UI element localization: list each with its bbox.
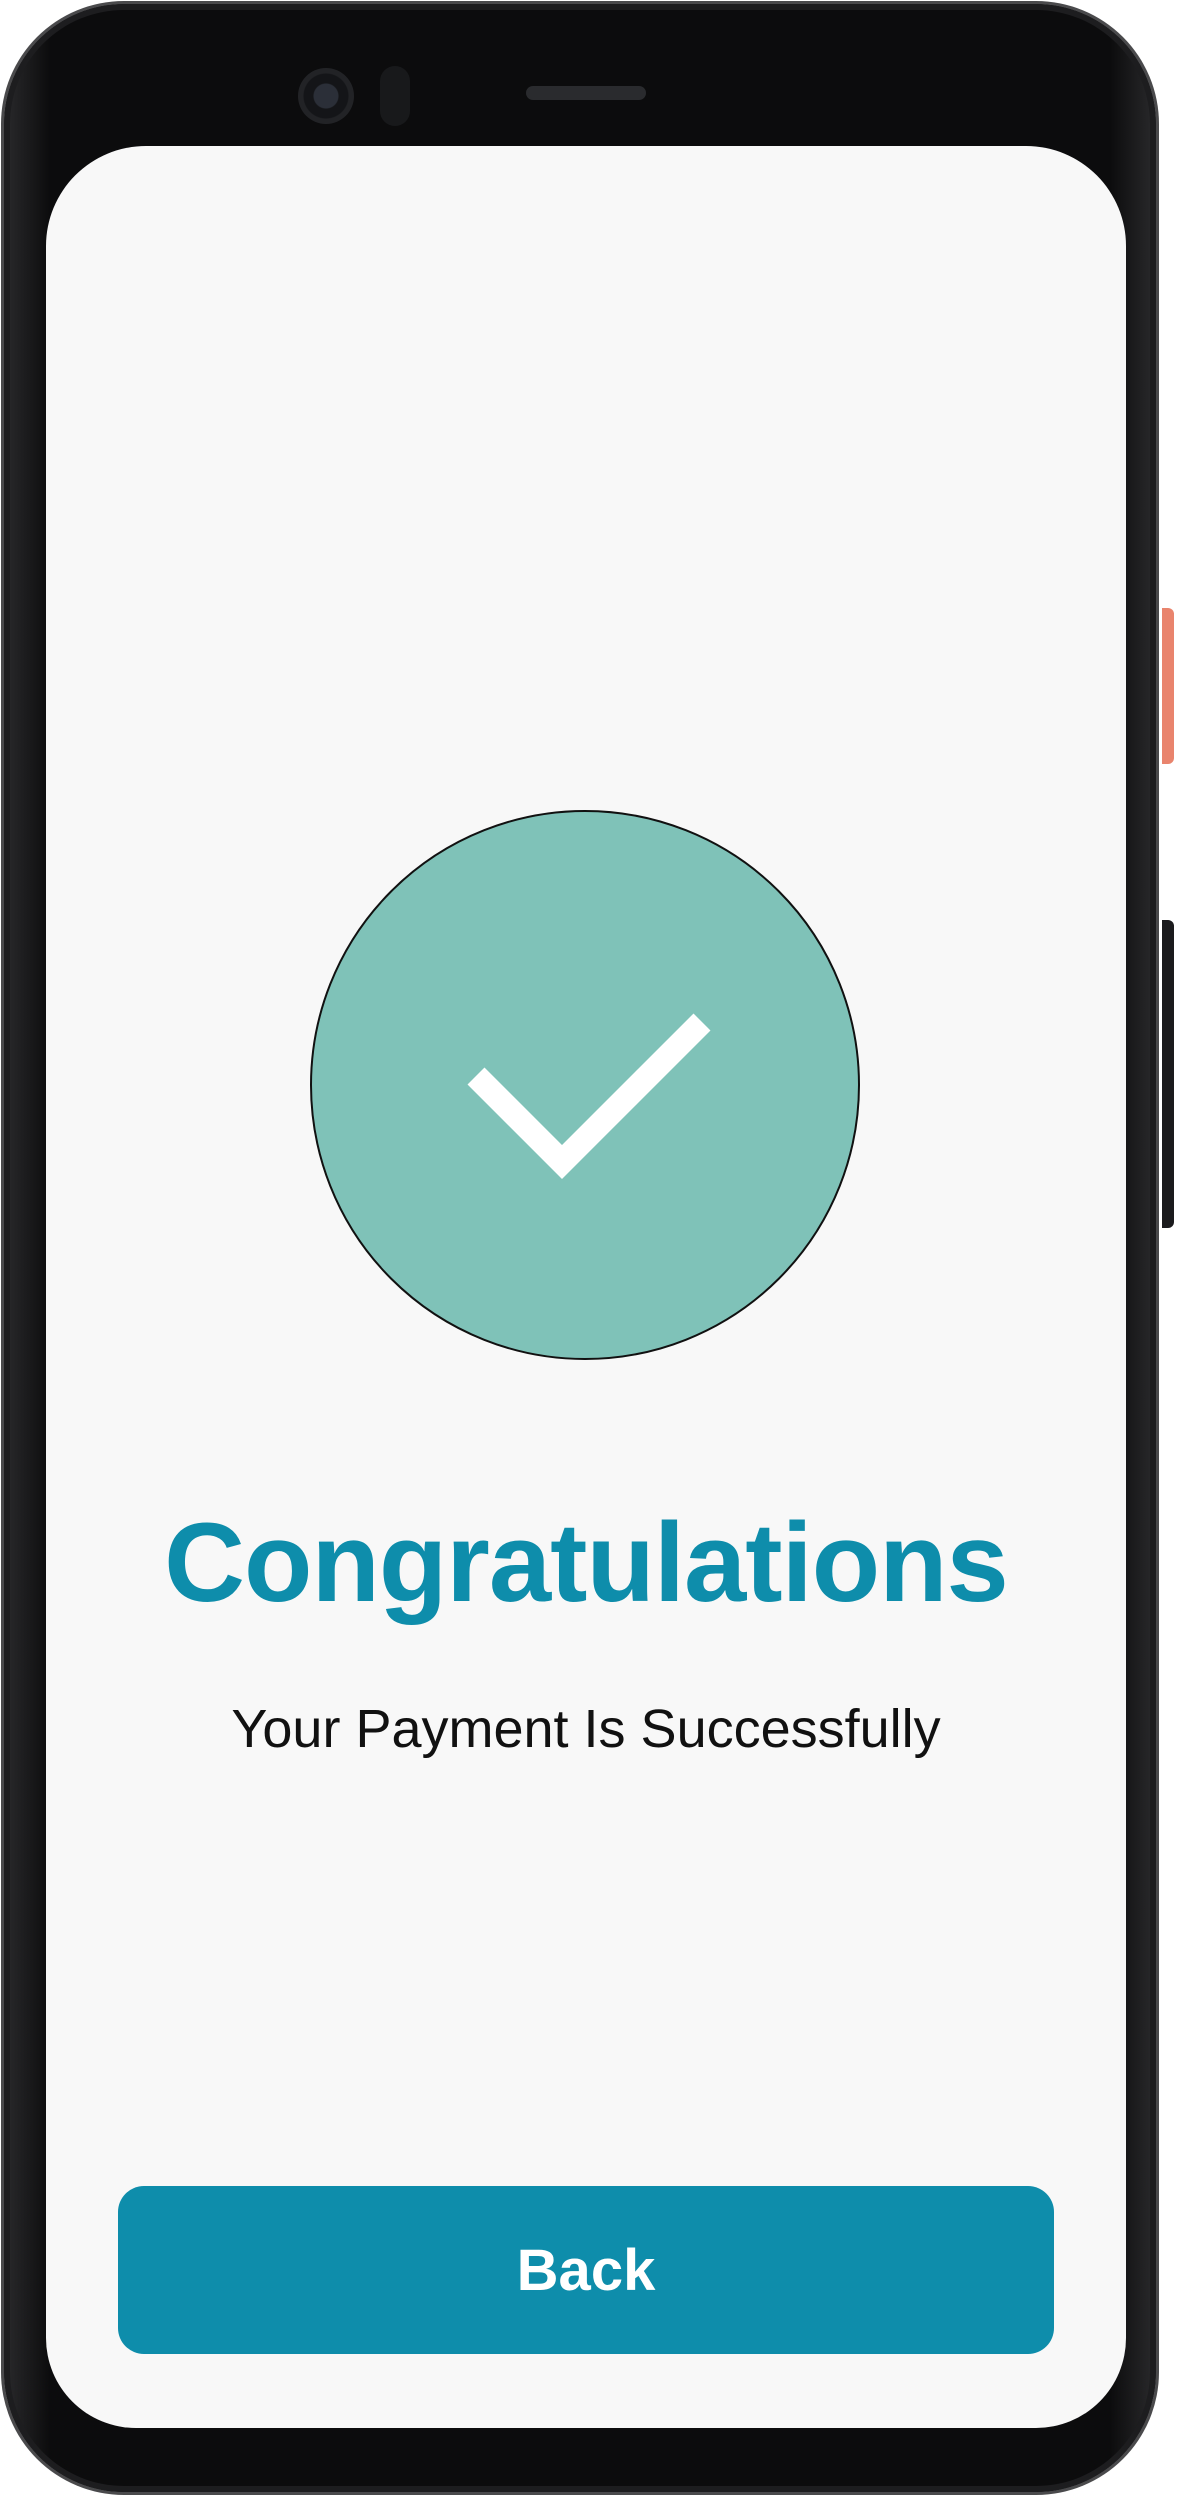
payment-success-screen: Congratulations Your Payment Is Successf… [46,146,1126,2428]
sensor-icon [380,66,410,126]
volume-button [1162,920,1174,1228]
checkmark-icon [467,1013,711,1179]
front-camera-icon [298,68,354,124]
success-title: Congratulations [164,1500,1009,1625]
power-button [1162,608,1174,764]
back-button[interactable]: Back [118,2186,1054,2354]
success-message: Your Payment Is Successfully [231,1699,941,1759]
success-badge [310,810,860,1360]
earpiece-speaker [526,86,646,100]
